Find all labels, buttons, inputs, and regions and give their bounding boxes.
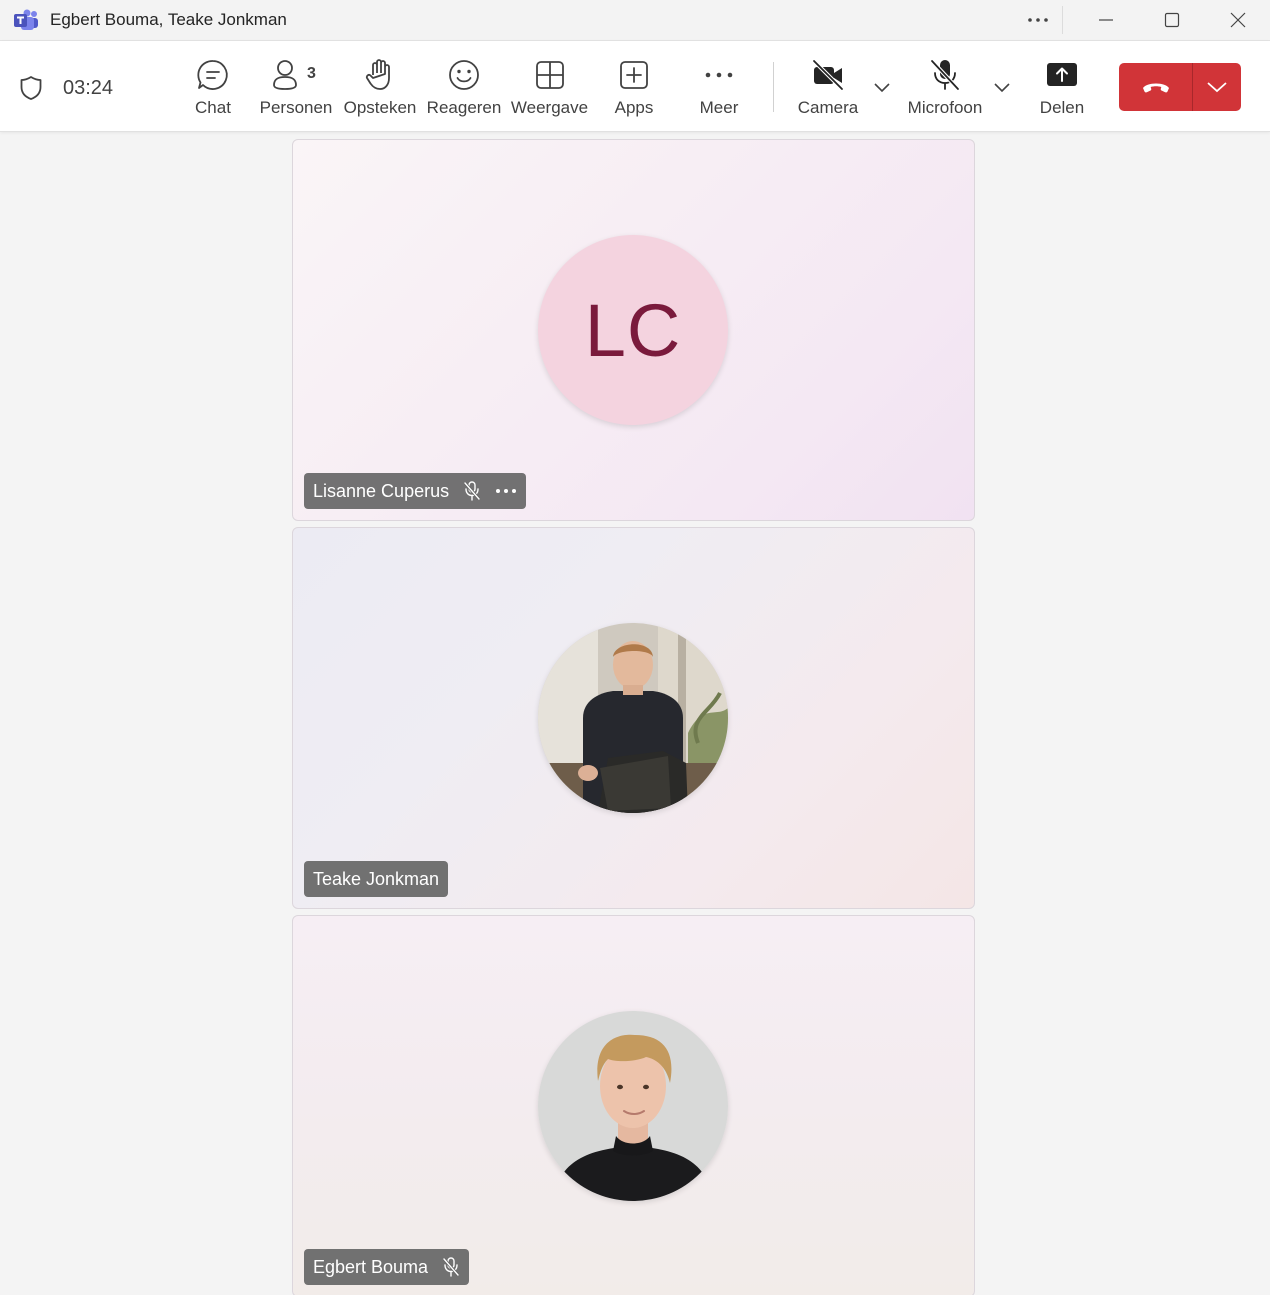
participant-name: Egbert Bouma: [313, 1256, 429, 1277]
avatar-initials: LC: [584, 288, 682, 372]
participant-nameplate: Teake Jonkman: [304, 861, 449, 897]
maximize-button[interactable]: [1142, 0, 1202, 40]
microphone-button[interactable]: Microfoon: [907, 57, 983, 123]
share-button[interactable]: Delen: [1040, 57, 1084, 123]
people-button[interactable]: 3 Personen: [260, 57, 332, 123]
chat-label: Chat: [195, 98, 231, 117]
microphone-options-chevron-down-icon[interactable]: [992, 79, 1012, 95]
avatar-photo: [538, 1011, 728, 1201]
close-icon: [1230, 12, 1246, 28]
more-label: Meer: [699, 98, 739, 117]
microphone-label: Microfoon: [907, 98, 983, 117]
meeting-toolbar: 03:24 Chat 3 Personen Opsteken Reageren …: [0, 41, 1270, 132]
more-options-icon: [1028, 18, 1048, 22]
react-label: Reageren: [426, 98, 502, 117]
participant-nameplate: Egbert Bouma: [304, 1249, 470, 1285]
camera-label: Camera: [797, 98, 859, 117]
participant-name: Teake Jonkman: [313, 868, 440, 889]
microphone-off-icon: [923, 57, 967, 93]
participant-tile[interactable]: Teake Jonkman: [292, 527, 975, 909]
camera-off-icon: [806, 57, 850, 93]
share-screen-icon: [1040, 57, 1084, 93]
chat-icon: [191, 57, 235, 93]
camera-options-chevron-down-icon[interactable]: [872, 79, 892, 95]
participant-tile[interactable]: LC Lisanne Cuperus: [292, 139, 975, 521]
raise-hand-button[interactable]: Opsteken: [343, 57, 417, 123]
leave-options-button[interactable]: [1193, 63, 1241, 111]
minimize-button[interactable]: [1076, 0, 1136, 40]
title-bar: Egbert Bouma, Teake Jonkman: [0, 0, 1270, 41]
chevron-down-icon: [1207, 82, 1227, 93]
people-count-badge: 3: [307, 65, 316, 82]
title-separator: [1062, 6, 1063, 34]
participant-name: Lisanne Cuperus: [313, 480, 450, 501]
apps-button[interactable]: Apps: [612, 57, 656, 123]
avatar: LC: [538, 235, 728, 425]
camera-button[interactable]: Camera: [797, 57, 859, 123]
participant-tile[interactable]: Egbert Bouma: [292, 915, 975, 1295]
raise-hand-icon: [358, 57, 402, 93]
add-app-icon: [612, 57, 656, 93]
more-options-icon[interactable]: [495, 488, 517, 494]
smiley-icon: [442, 57, 486, 93]
grid-view-icon: [528, 57, 572, 93]
minimize-icon: [1099, 19, 1113, 21]
close-button[interactable]: [1208, 0, 1268, 40]
leave-call-button[interactable]: [1119, 63, 1192, 111]
microphone-off-icon: [463, 481, 481, 501]
leave-button-group: [1119, 63, 1241, 111]
react-button[interactable]: Reageren: [427, 57, 501, 123]
microphone-off-icon: [442, 1257, 460, 1277]
people-label: Personen: [259, 98, 333, 117]
more-options-button[interactable]: [1008, 0, 1068, 40]
window-title: Egbert Bouma, Teake Jonkman: [50, 10, 287, 29]
shield-icon[interactable]: [19, 75, 43, 101]
more-dots-icon: [697, 57, 741, 93]
people-icon: 3: [263, 57, 329, 93]
meeting-timer: 03:24: [63, 77, 114, 99]
toolbar-divider: [773, 62, 774, 112]
share-label: Delen: [1039, 98, 1085, 117]
view-button[interactable]: Weergave: [510, 57, 589, 123]
participant-nameplate: Lisanne Cuperus: [304, 473, 527, 509]
teams-logo-icon: [13, 9, 39, 31]
apps-label: Apps: [614, 98, 654, 117]
hang-up-icon: [1142, 83, 1169, 93]
more-button[interactable]: Meer: [697, 57, 741, 123]
avatar-photo: [538, 623, 728, 813]
chat-button[interactable]: Chat: [191, 57, 235, 123]
maximize-icon: [1164, 12, 1180, 28]
view-label: Weergave: [510, 98, 589, 117]
raise-hand-label: Opsteken: [343, 98, 417, 117]
